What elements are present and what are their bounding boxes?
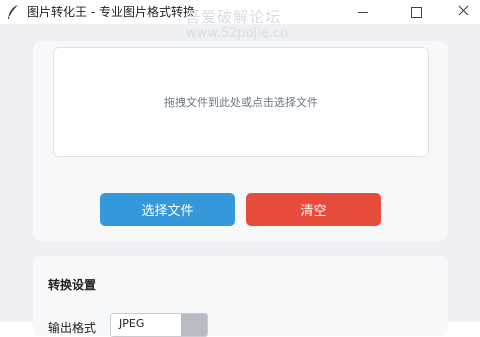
dropzone-hint: 拖拽文件到此处或点击选择文件 (164, 96, 318, 109)
close-button[interactable] (440, 0, 480, 24)
window-title: 图片转化王 - 专业图片格式转换 (27, 5, 195, 19)
settings-title: 转换设置 (48, 278, 97, 292)
file-dropzone[interactable]: 拖拽文件到此处或点击选择文件 (53, 47, 429, 157)
maximize-button[interactable] (393, 0, 439, 24)
upload-card: 拖拽文件到此处或点击选择文件 选择文件 清空 (33, 41, 448, 241)
title-bar: 图片转化王 - 专业图片格式转换 (0, 0, 480, 24)
select-file-button[interactable]: 选择文件 (100, 193, 235, 226)
format-value: JPEG (119, 317, 145, 330)
feather-icon (6, 4, 20, 20)
maximize-icon (410, 6, 422, 18)
minimize-icon (358, 11, 368, 13)
format-select[interactable]: JPEG (110, 313, 208, 337)
settings-card: 转换设置 输出格式 JPEG (33, 256, 448, 337)
minimize-button[interactable] (340, 0, 386, 24)
dropdown-arrow-icon[interactable] (181, 314, 207, 336)
close-icon (458, 5, 469, 19)
main-content: 拖拽文件到此处或点击选择文件 选择文件 清空 转换设置 输出格式 JPEG (0, 24, 480, 337)
clear-button[interactable]: 清空 (246, 193, 381, 226)
